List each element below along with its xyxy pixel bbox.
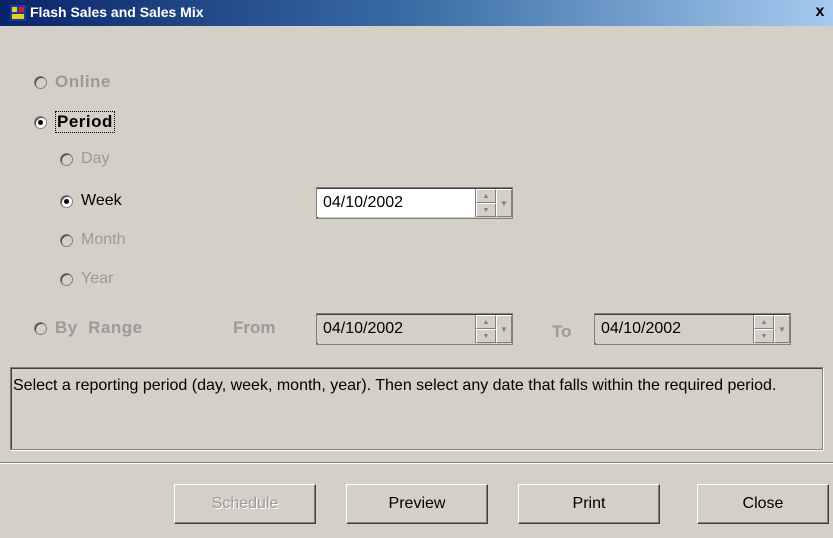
close-icon[interactable]: x [809,2,831,22]
from-date-input[interactable]: 04/10/2002 [317,315,475,343]
radio-month[interactable]: Month [60,231,125,249]
spin-down-icon[interactable]: ▼ [754,329,774,343]
radio-period[interactable]: Period [34,111,115,133]
radio-online[interactable]: Online [34,72,111,92]
radio-year[interactable]: Year [60,270,113,288]
date-spinner[interactable]: ▲ ▼ [475,315,496,343]
chevron-down-icon[interactable]: ▼ [496,189,512,217]
spin-down-icon[interactable]: ▼ [476,329,496,343]
chevron-down-icon[interactable]: ▼ [496,315,512,343]
help-text-box: Select a reporting period (day, week, mo… [10,367,823,450]
spin-up-icon[interactable]: ▲ [476,189,496,203]
week-date-input[interactable]: 04/10/2002 [317,189,475,217]
divider [0,462,833,464]
date-spinner[interactable]: ▲ ▼ [753,315,774,343]
online-label: Online [55,72,111,91]
year-label: Year [81,270,114,287]
app-icon [10,5,26,21]
close-button[interactable]: Close [697,484,829,524]
radio-button[interactable] [34,115,47,129]
to-date-picker[interactable]: 04/10/2002 ▲ ▼ ▼ [594,313,791,345]
radio-button[interactable] [34,321,47,335]
spin-up-icon[interactable]: ▲ [754,315,774,329]
radio-button[interactable] [60,233,73,247]
title-bar: Flash Sales and Sales Mix x [0,0,833,26]
to-label: To [552,322,572,341]
radio-button[interactable] [60,152,73,166]
week-date-picker[interactable]: 04/10/2002 ▲ ▼ ▼ [316,187,513,219]
radio-button[interactable] [60,194,73,208]
print-button[interactable]: Print [518,484,660,524]
from-date-picker[interactable]: 04/10/2002 ▲ ▼ ▼ [316,313,513,345]
radio-by-range[interactable]: By Range [34,318,143,338]
from-label: From [233,318,276,337]
day-label: Day [81,150,110,167]
radio-button[interactable] [60,272,73,286]
radio-day[interactable]: Day [60,150,109,168]
period-label: Period [55,111,115,133]
month-label: Month [81,231,126,248]
to-date-input[interactable]: 04/10/2002 [595,315,753,343]
date-spinner[interactable]: ▲ ▼ [475,189,496,217]
chevron-down-icon[interactable]: ▼ [774,315,790,343]
preview-button[interactable]: Preview [346,484,488,524]
spin-up-icon[interactable]: ▲ [476,315,496,329]
spin-down-icon[interactable]: ▼ [476,203,496,217]
radio-week[interactable]: Week [60,192,122,210]
by-range-label: By Range [55,318,143,337]
week-label: Week [81,192,122,209]
window-title: Flash Sales and Sales Mix [30,4,204,20]
radio-button[interactable] [34,75,47,89]
schedule-button[interactable]: Schedule [174,484,316,524]
